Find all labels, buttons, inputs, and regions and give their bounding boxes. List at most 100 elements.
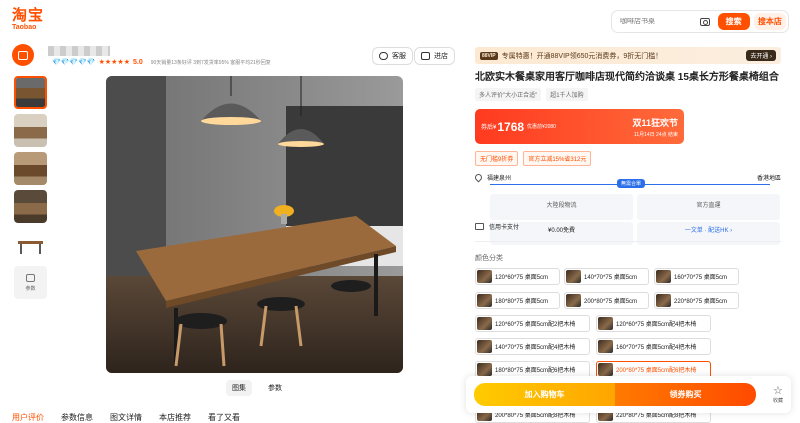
price-original: 优惠前¥2080 [527, 124, 556, 130]
search-button[interactable]: 搜索 [717, 13, 750, 30]
thumbnail-5[interactable] [14, 228, 47, 261]
product-tags: 多人评价"大小正合适" 超1千人加购 [475, 88, 588, 101]
coupon-official[interactable]: 官方立减15%省312元 [523, 151, 592, 166]
store-icon [421, 52, 430, 60]
thumbnail-1[interactable] [14, 76, 47, 109]
favorite-button[interactable]: ☆ 收藏 [773, 384, 783, 404]
tab-also-viewed[interactable]: 看了又看 [208, 412, 240, 423]
shop-header: 💎💎💎💎💎 ★★★★★ 5.0 90天销量13条好评 3到7发货率95% 客服平… [12, 44, 271, 66]
vip-open-button[interactable]: 去开通 › [746, 50, 776, 61]
bottom-tabs: 用户评价 参数信息 图文详情 本店推荐 看了又看 [12, 412, 240, 423]
ship-from: 福建泉州 [487, 176, 512, 182]
sku-thumbnail [566, 270, 581, 283]
tab-gallery[interactable]: 图集 [226, 380, 252, 396]
customer-service-button[interactable]: 客服 [372, 47, 413, 65]
sku-option-label: 160*70*75 桌面5cm配4把木椅 [616, 345, 697, 351]
add-to-cart-button[interactable]: 加入购物车 [474, 383, 615, 406]
thumbnail-3[interactable] [14, 152, 47, 185]
sku-option-label: 120*60*75 桌面5cm [495, 275, 549, 281]
taobao-logo[interactable]: 淘宝 Taobao [12, 8, 44, 32]
official-shipping-box[interactable]: 官方直運 一文单 · 配送HK › [637, 194, 780, 245]
coupon-list: 无门槛9折券 官方立减15%省312元 [475, 151, 592, 166]
params-icon [26, 273, 35, 282]
shop-rating: 💎💎💎💎💎 ★★★★★ 5.0 90天销量13条好评 3到7发货率95% 客服平… [52, 58, 271, 67]
event-name: 双11狂欢节 [632, 117, 678, 128]
diamond-icons: 💎💎💎💎💎 [52, 59, 96, 66]
sku-option-label: 180*80*75 桌面5cm配6把木椅 [495, 368, 576, 374]
sku-option[interactable]: 120*60*75 桌面5cm配4把木椅 [596, 315, 711, 332]
event-end-date: 11月14日 24点 结束 [633, 131, 678, 138]
star-outline-icon: ☆ [773, 384, 783, 397]
sku-thumbnail [656, 294, 671, 307]
sku-option[interactable]: 200*80*75 桌面5cm [564, 292, 649, 309]
event-info: 双11狂欢节 11月14日 24点 结束 [632, 116, 678, 138]
tab-params[interactable]: 参数 [262, 380, 288, 396]
vip-promo-text: 专属特惠！开通88VIP领650元消费券，9折无门槛！ [501, 52, 663, 60]
thumbnail-params-label: 参数 [25, 285, 36, 292]
vip-promo-banner: 88VIP 专属特惠！开通88VIP领650元消费券，9折无门槛！ 去开通 › [475, 47, 781, 64]
product-title: 北欧实木餐桌家用客厅咖啡店现代简约洽谈桌 15桌长方形餐桌椅组合 [475, 72, 779, 83]
sku-option-label: 180*80*75 桌面5cm [495, 299, 549, 305]
sku-thumbnail [477, 317, 492, 330]
enter-store-button[interactable]: 进店 [414, 47, 455, 65]
search-store-button[interactable]: 搜本店 [753, 13, 786, 30]
credit-card-icon [475, 223, 484, 230]
coupon-discount[interactable]: 无门槛9折券 [475, 151, 519, 166]
sku-option[interactable]: 140*70*75 桌面5cm [564, 268, 649, 285]
thumbnail-params[interactable]: 参数 [14, 266, 47, 299]
shop-stats: 90天销量13条好评 3到7发货率95% 客服平均21秒回复 [150, 59, 271, 66]
mainland-logistics-title: 大陸段物流 [490, 197, 633, 220]
sku-thumbnail [477, 363, 492, 376]
sku-option[interactable]: 160*70*75 桌面5cm配4把木椅 [596, 338, 711, 355]
thumbnail-2[interactable] [14, 114, 47, 147]
shop-bag-icon [18, 50, 28, 60]
logo-en: Taobao [12, 24, 37, 31]
sku-thumbnail [598, 363, 613, 376]
mainland-logistics-box: 大陸段物流 ¥0.00免費 [490, 194, 633, 245]
search-input[interactable] [620, 18, 690, 25]
route-line: 無需合單 [490, 179, 770, 188]
sku-option[interactable]: 160*70*75 桌面5cm [654, 268, 739, 285]
sku-option-label: 200*80*75 桌面5cm配6把木椅 [616, 368, 697, 374]
location-pin-icon [473, 172, 484, 183]
buy-now-button[interactable]: 领券购买 [615, 383, 756, 406]
shop-avatar[interactable] [12, 44, 34, 66]
thumbnail-list: 参数 [14, 76, 48, 304]
sku-label: 颜色分类 [475, 255, 503, 262]
tab-details[interactable]: 图文详情 [110, 412, 142, 423]
price-label: 券后¥ [481, 125, 497, 131]
sku-option[interactable]: 120*60*75 桌面5cm配2把木椅 [475, 315, 590, 332]
divider [475, 241, 781, 242]
sku-option[interactable]: 180*80*75 桌面5cm [475, 292, 560, 309]
sku-thumbnail [477, 340, 492, 353]
tab-store-recommend[interactable]: 本店推荐 [159, 412, 191, 423]
sku-option-label: 140*70*75 桌面5cm [584, 275, 638, 281]
sku-thumbnail [566, 294, 581, 307]
sku-option-label: 200*80*75 桌面5cm [584, 299, 638, 305]
image-tabs: 图集 参数 [226, 380, 288, 396]
sku-option[interactable]: 120*60*75 桌面5cm [475, 268, 560, 285]
table-sketch-icon [18, 241, 43, 254]
sku-thumbnail [656, 270, 671, 283]
sku-option[interactable]: 140*70*75 桌面5cm配4把木椅 [475, 338, 590, 355]
price-banner: 券后¥ 1768 优惠前¥2080 双11狂欢节 11月14日 24点 结束 [475, 109, 684, 144]
sku-option[interactable]: 220*80*75 桌面5cm [654, 292, 739, 309]
chat-icon [379, 52, 388, 60]
dining-room-illustration [106, 76, 403, 373]
sku-thumbnail [477, 270, 492, 283]
tab-param-info[interactable]: 参数信息 [61, 412, 93, 423]
vip-badge: 88VIP [480, 51, 498, 60]
tab-reviews[interactable]: 用户评价 [12, 412, 44, 423]
search-bar: 搜索 搜本店 [611, 10, 789, 33]
thumbnail-4[interactable] [14, 190, 47, 223]
credit-card-payment: 信用卡支付 [475, 222, 519, 231]
main-product-image[interactable] [106, 76, 403, 373]
ship-to[interactable]: 香港地區 [757, 173, 781, 182]
sku-thumbnail [598, 340, 613, 353]
camera-icon[interactable] [700, 17, 710, 26]
sku-thumbnail [477, 294, 492, 307]
shop-name-blurred[interactable] [48, 46, 110, 56]
customer-service-label: 客服 [392, 53, 406, 60]
tag-review[interactable]: 多人评价"大小正合适" [475, 88, 542, 101]
shipping-boxes: 大陸段物流 ¥0.00免費 官方直運 一文单 · 配送HK › [490, 194, 780, 245]
